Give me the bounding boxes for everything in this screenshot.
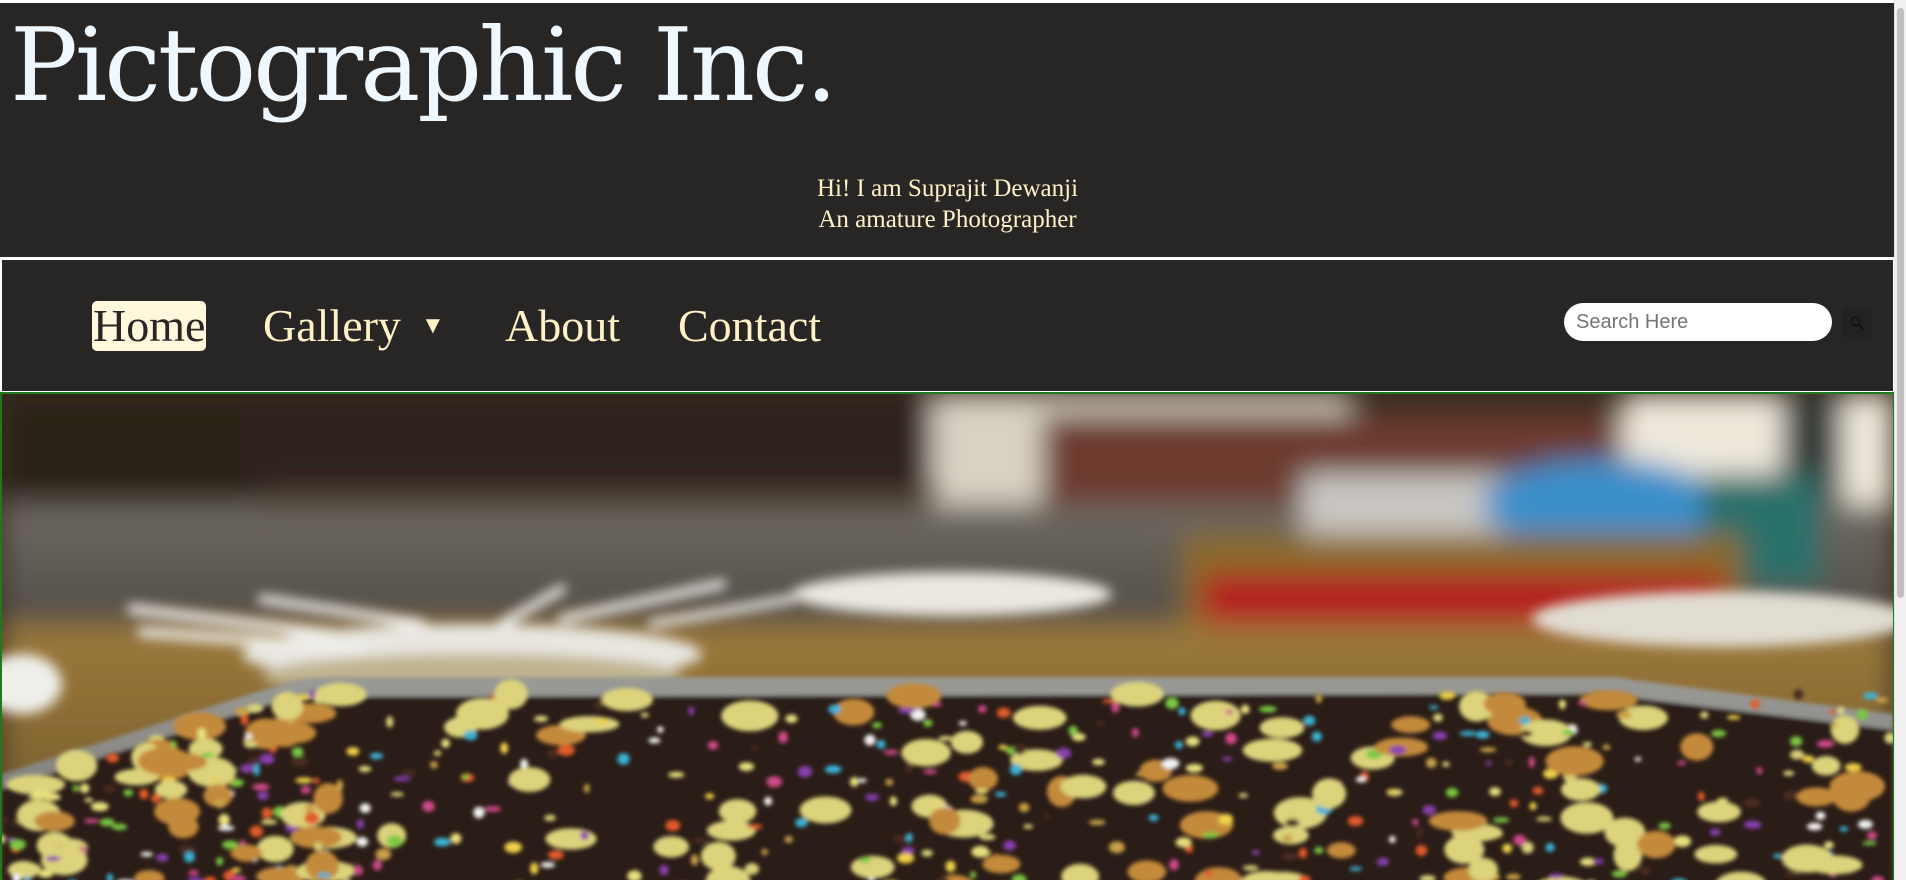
site-header: Pictographic Inc. Hi! I am Suprajit Dewa… <box>0 3 1895 257</box>
search-button[interactable] <box>1842 308 1872 338</box>
main-nav: Home Gallery ▼ About Contact <box>0 257 1895 393</box>
tagline-line-1: Hi! I am Suprajit Dewanji <box>816 175 1079 202</box>
page-content: Pictographic Inc. Hi! I am Suprajit Dewa… <box>0 3 1895 880</box>
scrollbar-thumb[interactable] <box>1897 8 1904 598</box>
nav-item-gallery[interactable]: Gallery ▼ <box>263 301 445 351</box>
page: Pictographic Inc. Hi! I am Suprajit Dewa… <box>0 0 1906 880</box>
page-scrollbar[interactable] <box>1894 0 1906 880</box>
nav-item-home[interactable]: Home <box>92 301 207 351</box>
chevron-down-icon: ▼ <box>420 313 445 339</box>
nav-item-about[interactable]: About <box>505 301 620 351</box>
search-input[interactable] <box>1564 303 1832 341</box>
site-title: Pictographic Inc. <box>10 6 838 124</box>
nav-item-gallery-label: Gallery <box>263 300 401 351</box>
tagline: Hi! I am Suprajit Dewanji An amature Pho… <box>0 173 1895 235</box>
tagline-line-2: An amature Photographer <box>818 206 1077 233</box>
hero-image <box>0 392 1895 880</box>
nav-item-contact[interactable]: Contact <box>678 301 821 351</box>
search-icon <box>1850 316 1864 330</box>
hero-photo <box>2 394 1893 880</box>
